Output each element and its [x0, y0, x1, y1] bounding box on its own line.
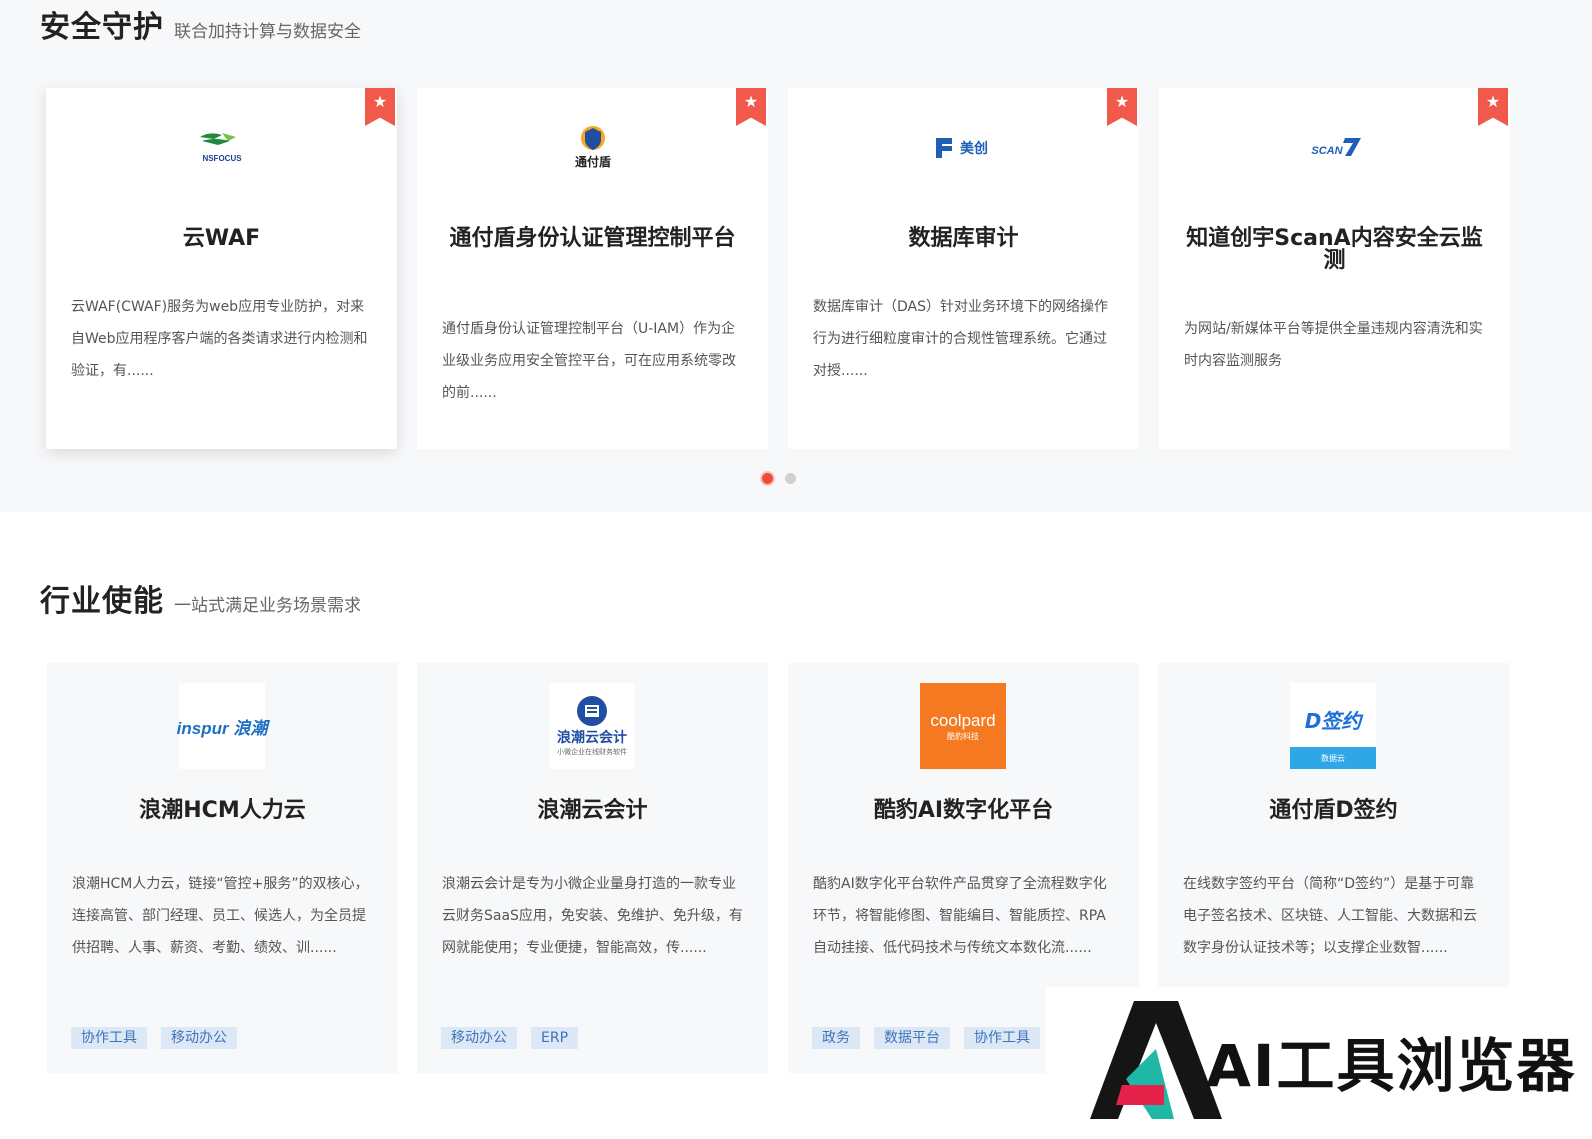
coolpard-logo: coolpard 酷豹科技 [920, 683, 1006, 769]
inspur-accounting-logo-sub: 小微企业在线财务软件 [557, 748, 627, 756]
star-icon: ★ [743, 92, 759, 111]
carousel-dot-2[interactable] [785, 473, 796, 484]
card-description: 浪潮云会计是专为小微企业量身打造的一款专业云财务SaaS应用，免安装、免维护、免… [442, 876, 743, 956]
star-icon: ★ [1114, 92, 1130, 111]
tag[interactable]: 政务 [812, 1027, 860, 1049]
dsign-logo-sub: 数据云 [1321, 753, 1345, 763]
inspur-logo: inspur 浪潮 [176, 683, 268, 769]
dsign-logo: D签约 数据云 [1290, 683, 1376, 769]
coolpard-logo-sub: 酷豹科技 [947, 731, 979, 741]
card-title: 浪潮HCM人力云 [139, 798, 306, 823]
industry-heading: 行业使能 一站式满足业务场景需求 [40, 576, 361, 620]
dsign-logo-text: D签约 [1304, 709, 1362, 733]
card-description: 浪潮HCM人力云，链接“管控+服务”的双核心，连接高管、部门经理、员工、候选人，… [72, 876, 369, 956]
card-description: 云WAF(CWAF)服务为web应用专业防护，对来自Web应用程序客户端的各类请… [71, 299, 368, 379]
product-card-db-audit[interactable]: ★ 美创 数据库审计 数据库审计（DAS）针对业务环境下的网络操作行为进行细粒度… [788, 88, 1139, 449]
card-title: 浪潮云会计 [537, 798, 648, 823]
carousel-dot-1[interactable] [762, 473, 773, 484]
card-description: 为网站/新媒体平台等提供全量违规内容清洗和实时内容监测服务 [1184, 321, 1483, 369]
tongfudun-logo: 通付盾 [417, 118, 768, 178]
product-card-inspur-accounting[interactable]: 浪潮云会计 小微企业在线财务软件 浪潮云会计 浪潮云会计是专为小微企业量身打造的… [417, 663, 768, 1073]
product-card-inspur-hcm[interactable]: inspur 浪潮 浪潮HCM人力云 浪潮HCM人力云，链接“管控+服务”的双核… [47, 663, 398, 1073]
watermark-text: AI工具浏览器 [1206, 1032, 1577, 1100]
coolpard-logo-text: coolpard [930, 710, 996, 730]
carousel-pagination [762, 473, 796, 484]
inspur-accounting-logo-text: 浪潮云会计 [557, 730, 627, 746]
card-title: 知道创宇ScanA内容安全云监测 [1186, 226, 1483, 273]
tag-list: 移动办公 ERP [441, 1027, 579, 1049]
card-title: 通付盾身份认证管理控制平台 [449, 226, 736, 251]
inspur-accounting-logo: 浪潮云会计 小微企业在线财务软件 [549, 683, 635, 769]
meichuang-logo-text: 美创 [960, 140, 988, 157]
tag-list: 政务 数据平台 协作工具 [812, 1027, 1040, 1049]
dsign-logo-bar: 数据云 [1290, 747, 1376, 769]
star-icon: ★ [372, 92, 388, 111]
card-title: 通付盾D签约 [1269, 798, 1398, 823]
meichuang-logo: 美创 [788, 118, 1139, 178]
security-section: 安全守护 联合加持计算与数据安全 ★ NSFOCUS 云WAF 云WAF(CWA… [0, 0, 1592, 512]
card-title: 酷豹AI数字化平台 [873, 798, 1054, 823]
nsfocus-logo: NSFOCUS [46, 118, 397, 178]
tag[interactable]: ERP [531, 1027, 579, 1049]
tag[interactable]: 移动办公 [441, 1027, 517, 1049]
card-title: 数据库审计 [908, 226, 1019, 251]
tag[interactable]: 协作工具 [71, 1027, 147, 1049]
inspur-accounting-icon [577, 696, 607, 726]
tag[interactable]: 数据平台 [874, 1027, 950, 1049]
product-card-scana[interactable]: ★ SCAN 知道创宇ScanA内容安全云监测 为网站/新媒体平台等提供全量违规… [1159, 88, 1510, 449]
security-title: 安全守护 [40, 10, 164, 45]
tag[interactable]: 移动办公 [161, 1027, 237, 1049]
ai-tool-browser-watermark: AI工具浏览器 [1046, 987, 1592, 1139]
security-subtitle: 联合加持计算与数据安全 [174, 22, 361, 42]
industry-subtitle: 一站式满足业务场景需求 [174, 596, 361, 616]
security-heading: 安全守护 联合加持计算与数据安全 [40, 2, 361, 46]
scan-logo: SCAN [1159, 118, 1510, 178]
scan-logo-text: SCAN [1311, 145, 1343, 157]
tag[interactable]: 协作工具 [964, 1027, 1040, 1049]
star-icon: ★ [1485, 92, 1501, 111]
tag-list: 协作工具 移动办公 [71, 1027, 237, 1049]
card-description: 在线数字签约平台（简称“D签约”）是基于可靠电子签名技术、区块链、人工智能、大数… [1183, 876, 1477, 956]
card-description: 酷豹AI数字化平台软件产品贯穿了全流程数字化环节，将智能修图、智能编目、智能质控… [813, 876, 1107, 956]
nsfocus-logo-text: NSFOCUS [202, 154, 242, 163]
product-card-uiam[interactable]: ★ 通付盾 通付盾身份认证管理控制平台 通付盾身份认证管理控制平台（U-IAM）… [417, 88, 768, 449]
card-title: 云WAF [182, 226, 261, 251]
inspur-logo-text: inspur 浪潮 [176, 718, 268, 738]
card-description: 数据库审计（DAS）针对业务环境下的网络操作行为进行细粒度审计的合规性管理系统。… [813, 299, 1108, 379]
tongfudun-logo-text: 通付盾 [574, 154, 610, 169]
card-description: 通付盾身份认证管理控制平台（U-IAM）作为企业级业务应用安全管控平台，可在应用… [442, 321, 736, 401]
industry-title: 行业使能 [40, 584, 164, 619]
product-card-cloud-waf[interactable]: ★ NSFOCUS 云WAF 云WAF(CWAF)服务为web应用专业防护，对来… [46, 88, 397, 449]
